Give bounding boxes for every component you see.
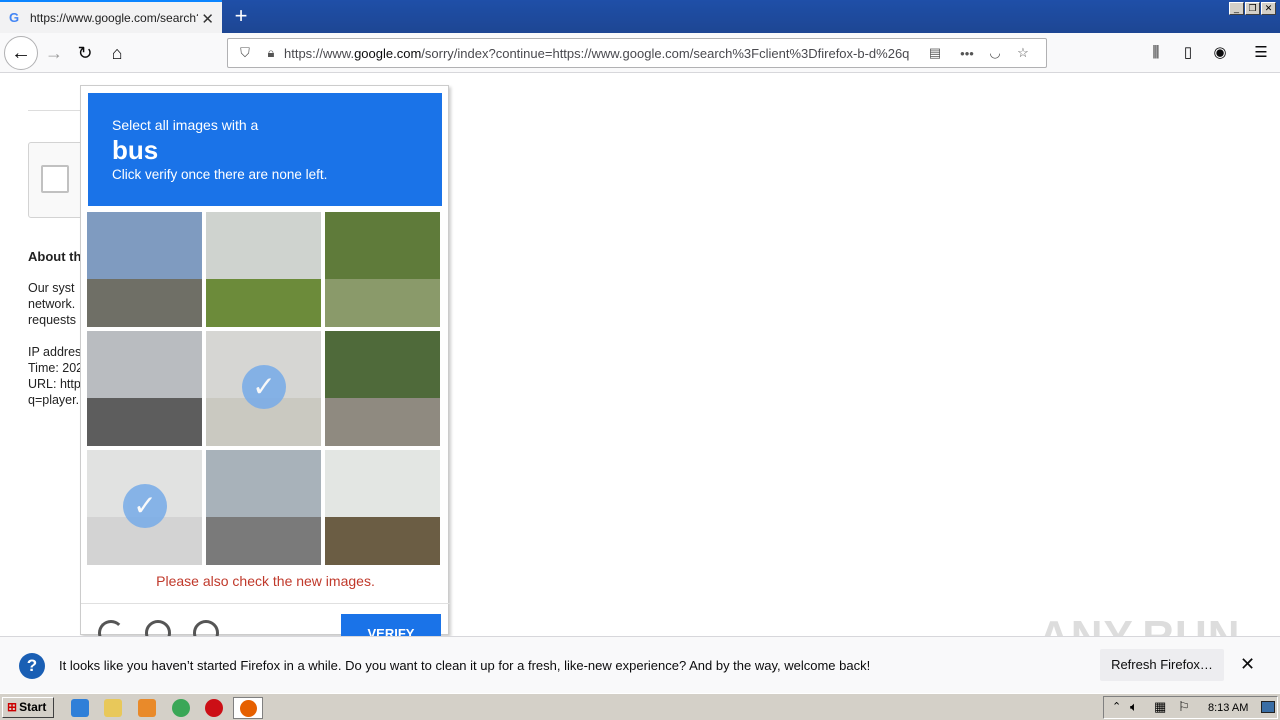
tab-title: https://www.google.com/search?c bbox=[30, 10, 198, 25]
captcha-image-tile[interactable]: ✓ bbox=[206, 331, 321, 446]
menu-icon[interactable]: ☰ bbox=[1247, 38, 1275, 68]
notification-bar: ? It looks like you haven’t started Fire… bbox=[0, 636, 1280, 693]
recaptcha-checkbox[interactable] bbox=[41, 165, 69, 193]
tile-image-part bbox=[325, 516, 440, 565]
url-text[interactable]: https://www.google.com/sorry/index?conti… bbox=[284, 46, 920, 61]
selected-check-icon: ✓ bbox=[123, 484, 167, 528]
navigation-toolbar: ← → ↻ ⌂ ⛉ 🔒︎ https://www.google.com/sorr… bbox=[0, 33, 1280, 73]
chrome-icon[interactable] bbox=[172, 699, 190, 717]
verify-button[interactable]: VERIFY bbox=[341, 614, 441, 636]
clock: 8:13 AM bbox=[1208, 702, 1249, 714]
question-icon: ? bbox=[19, 653, 45, 679]
tab-active[interactable]: G https://www.google.com/search?c ✕ bbox=[0, 0, 222, 33]
forward-button[interactable]: → bbox=[39, 38, 69, 68]
library-icon[interactable]: ⫼ bbox=[1142, 38, 1170, 68]
refresh-firefox-button[interactable]: Refresh Firefox… bbox=[1100, 649, 1224, 681]
captcha-image-tile[interactable] bbox=[87, 212, 202, 327]
tile-image-part bbox=[206, 450, 321, 517]
captcha-target: bus bbox=[112, 135, 159, 165]
sidebar-icon[interactable]: ▯ bbox=[1174, 38, 1202, 68]
folder-icon[interactable] bbox=[104, 699, 122, 717]
captcha-image-tile[interactable] bbox=[87, 331, 202, 446]
page-text-line: URL: http bbox=[28, 377, 81, 391]
tray-expand-icon[interactable]: ⌃ bbox=[1112, 700, 1121, 713]
selected-check-icon: ✓ bbox=[242, 365, 286, 409]
firefox-icon bbox=[240, 700, 257, 717]
url-path: /sorry/index?continue=https://www.google… bbox=[421, 45, 910, 61]
close-window-button[interactable]: ✕ bbox=[1261, 2, 1276, 15]
windows-logo-icon: ⊞ bbox=[7, 700, 18, 714]
start-button[interactable]: ⊞ Start bbox=[2, 697, 54, 718]
bookmark-star-icon[interactable]: ☆ bbox=[1014, 45, 1032, 61]
tile-image-part bbox=[206, 212, 321, 279]
close-icon[interactable]: ✕ bbox=[1240, 654, 1255, 675]
notification-text: It looks like you haven’t started Firefo… bbox=[59, 658, 871, 673]
action-center-flag-icon[interactable]: ⚐ bbox=[1178, 699, 1190, 715]
opera-icon[interactable] bbox=[205, 699, 223, 717]
new-tab-button[interactable]: + bbox=[230, 3, 252, 29]
tile-image-part bbox=[325, 212, 440, 279]
captcha-image-tile[interactable] bbox=[206, 450, 321, 565]
tile-image-part bbox=[325, 397, 440, 446]
tile-image-part bbox=[325, 450, 440, 517]
url-prefix: https://www. bbox=[284, 45, 355, 61]
page-text-line: Time: 202 bbox=[28, 361, 84, 375]
tile-image-part bbox=[206, 516, 321, 565]
system-tray: ⌃ 🔈︎ ▦ ⚐ bbox=[1103, 696, 1278, 719]
captcha-error-message: Please also check the new images. bbox=[156, 573, 375, 589]
captcha-image-tile[interactable] bbox=[325, 212, 440, 327]
footer-divider bbox=[81, 603, 450, 604]
internet-explorer-icon[interactable] bbox=[71, 699, 89, 717]
volume-icon[interactable]: 🔈︎ bbox=[1130, 699, 1138, 715]
tile-image-part bbox=[325, 278, 440, 327]
url-bar[interactable]: ⛉ 🔒︎ https://www.google.com/sorry/index?… bbox=[227, 38, 1047, 68]
minimize-button[interactable]: _ bbox=[1229, 2, 1244, 15]
instruction-line: Click verify once there are none left. bbox=[112, 167, 328, 182]
account-icon[interactable]: ◉ bbox=[1206, 38, 1234, 68]
restore-button[interactable]: ❐ bbox=[1245, 2, 1260, 15]
pocket-icon[interactable]: ◡ bbox=[986, 45, 1004, 61]
tile-image-part bbox=[325, 331, 440, 398]
firefox-taskbar-button[interactable] bbox=[233, 697, 263, 719]
captcha-instructions: Select all images with a bus Click verif… bbox=[88, 93, 442, 206]
tile-image-part bbox=[87, 331, 202, 398]
captcha-challenge-popup: Select all images with a bus Click verif… bbox=[80, 85, 450, 646]
about-heading: About th bbox=[28, 249, 82, 264]
tile-image-part bbox=[206, 278, 321, 327]
reload-button[interactable]: ↻ bbox=[70, 38, 100, 68]
page-text-line: network. bbox=[28, 297, 76, 311]
page-text-line: Our syst bbox=[28, 281, 75, 295]
shield-icon[interactable]: ⛉ bbox=[236, 45, 254, 61]
captcha-image-tile[interactable] bbox=[325, 331, 440, 446]
reader-view-icon[interactable]: ▤ bbox=[926, 45, 944, 61]
lock-icon[interactable]: 🔒︎ bbox=[262, 45, 280, 61]
page-text-line: q=player. bbox=[28, 393, 80, 407]
page-text-line: requests bbox=[28, 313, 76, 327]
tile-image-part bbox=[87, 397, 202, 446]
instruction-line: Select all images with a bbox=[112, 117, 259, 133]
network-icon[interactable]: ▦ bbox=[1154, 699, 1166, 715]
taskbar: ⊞ Start ⌃ 🔈︎ ▦ ⚐ 8:13 AM bbox=[0, 693, 1280, 720]
back-button[interactable]: ← bbox=[4, 36, 38, 70]
tile-image-part bbox=[87, 278, 202, 327]
google-favicon-icon: G bbox=[9, 9, 20, 25]
tile-image-part bbox=[87, 212, 202, 279]
tab-strip: G https://www.google.com/search?c ✕ + _ … bbox=[0, 0, 1280, 33]
captcha-image-tile[interactable] bbox=[325, 450, 440, 565]
divider bbox=[28, 110, 88, 111]
page-text-line: IP addres bbox=[28, 345, 82, 359]
show-desktop-icon[interactable] bbox=[1261, 701, 1275, 713]
page-actions-icon[interactable]: ••• bbox=[958, 46, 976, 61]
captcha-image-tile[interactable] bbox=[206, 212, 321, 327]
home-button[interactable]: ⌂ bbox=[102, 38, 132, 68]
media-player-icon[interactable] bbox=[138, 699, 156, 717]
url-domain: google.com bbox=[354, 45, 422, 61]
tab-close-icon[interactable]: ✕ bbox=[201, 10, 214, 28]
captcha-image-tile[interactable]: ✓ bbox=[87, 450, 202, 565]
